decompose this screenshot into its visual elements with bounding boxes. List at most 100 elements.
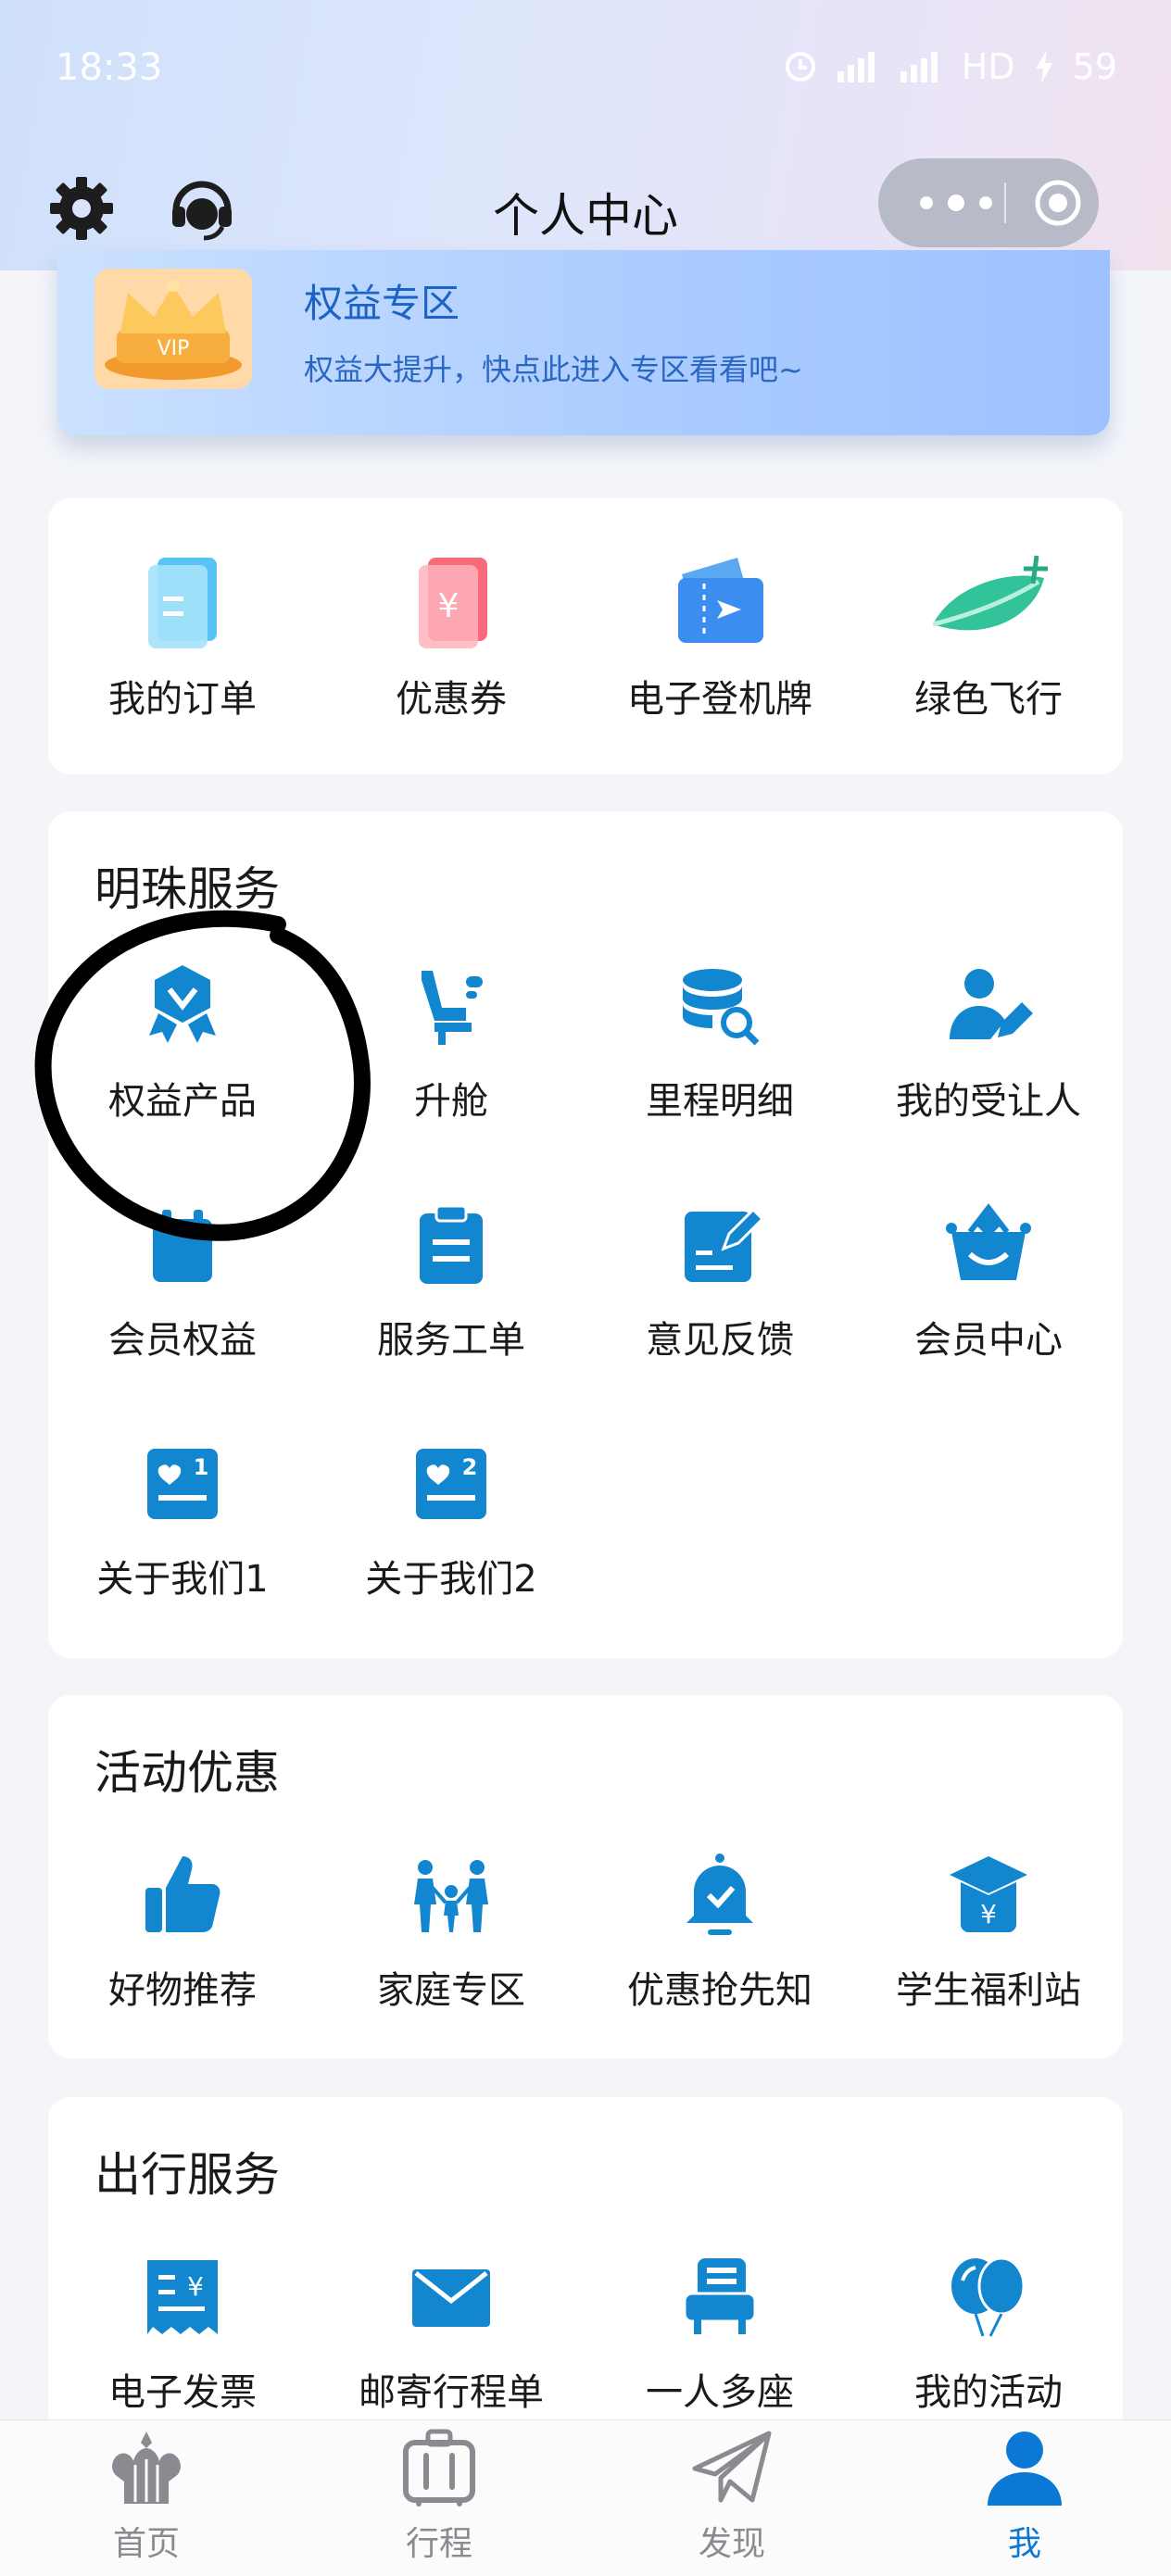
mileage-icon — [683, 969, 760, 1046]
network-label: HD — [961, 46, 1015, 87]
service-item-label: 意见反馈 — [646, 1319, 794, 1362]
travel-item-my-activity[interactable]: 我的活动 — [854, 2253, 1123, 2416]
profile-icon — [988, 2431, 1062, 2506]
paper-plane-icon — [692, 2431, 772, 2503]
activity-item-label: 学生福利站 — [896, 1969, 1081, 2012]
luggage-icon — [403, 2429, 475, 2507]
coupon-icon: ¥ — [419, 558, 487, 648]
signal-icon — [837, 52, 875, 82]
quick-item-label: 电子登机牌 — [627, 678, 812, 721]
travel-item-invoice[interactable]: ¥ 电子发票 — [48, 2253, 317, 2416]
clipboard-icon — [420, 1204, 483, 1284]
quick-item-label: 绿色飞行 — [914, 678, 1063, 721]
service-item-about-2[interactable]: 2 关于我们2 — [317, 1439, 586, 1602]
assignee-icon — [950, 969, 1033, 1039]
green-flight-icon — [932, 555, 1048, 631]
quick-item-label: 优惠券 — [396, 678, 507, 721]
travel-item-label: 电子发票 — [108, 2371, 257, 2414]
service-item-member-center[interactable]: 会员中心 — [854, 1200, 1123, 1363]
tab-label: 行程 — [405, 2525, 472, 2563]
balloon-icon — [951, 2256, 1026, 2337]
feedback-icon — [685, 1207, 764, 1282]
invoice-glyph: ¥ — [187, 2271, 204, 2302]
service-item-feedback[interactable]: 意见反馈 — [586, 1200, 854, 1363]
tab-label: 我 — [1007, 2525, 1041, 2563]
about-number: 2 — [462, 1454, 478, 1480]
tab-label: 发现 — [698, 2525, 765, 2563]
travel-item-label: 邮寄行程单 — [359, 2371, 544, 2414]
service-item-mileage[interactable]: 里程明细 — [586, 961, 854, 1125]
close-mini-program-icon[interactable] — [1034, 179, 1082, 227]
family-icon — [414, 1860, 488, 1932]
status-bar: 18:33 HD 59 — [0, 0, 1171, 139]
travel-item-label: 一人多座 — [646, 2371, 794, 2414]
banner-subtitle: 权益大提升，快点此进入专区看看吧~ — [304, 352, 803, 387]
service-item-label: 关于我们2 — [365, 1558, 537, 1601]
service-item-label: 会员权益 — [108, 1319, 257, 1362]
activity-item-student[interactable]: ¥ 学生福利站 — [854, 1851, 1123, 2014]
invoice-icon: ¥ — [147, 2260, 218, 2334]
service-item-label: 里程明细 — [646, 1080, 794, 1123]
about-number: 1 — [194, 1454, 209, 1480]
vip-badge-text: VIP — [157, 337, 190, 360]
graduation-cap-icon: ¥ — [950, 1856, 1027, 1932]
status-indicators: HD 59 — [784, 46, 1117, 87]
mini-program-capsule — [878, 158, 1099, 247]
nav-bar: 个人中心 — [0, 153, 1171, 259]
thumbs-up-icon — [145, 1856, 220, 1932]
activity-item-label: 优惠抢先知 — [627, 1969, 812, 2012]
alarm-icon — [785, 52, 815, 82]
section-title: 活动优惠 — [94, 1746, 280, 1800]
activity-item-family[interactable]: 家庭专区 — [317, 1851, 586, 2014]
home-icon — [112, 2431, 181, 2504]
service-item-label: 会员中心 — [914, 1319, 1063, 1362]
signal-icon-2 — [900, 52, 938, 82]
quick-item-green-flight[interactable]: 绿色飞行 — [854, 550, 1123, 723]
activity-item-label: 家庭专区 — [377, 1969, 525, 2012]
travel-item-label: 我的活动 — [914, 2371, 1063, 2414]
tab-me[interactable]: 我 — [878, 2428, 1171, 2565]
service-item-about-1[interactable]: 1 关于我们1 — [48, 1439, 317, 1602]
activity-item-early-deals[interactable]: 优惠抢先知 — [586, 1851, 854, 2014]
quick-item-orders[interactable]: 我的订单 — [48, 550, 317, 723]
tab-label: 首页 — [112, 2525, 180, 2563]
seat-upgrade-icon — [422, 971, 483, 1045]
vip-crown-icon: VIP — [94, 269, 252, 389]
service-item-label: 服务工单 — [377, 1319, 525, 1362]
more-icon[interactable] — [913, 186, 999, 220]
about-icon: 2 — [416, 1449, 486, 1519]
annotation-circle — [34, 910, 371, 1241]
rights-zone-banner[interactable]: VIP 权益专区 权益大提升，快点此进入专区看看吧~ — [57, 250, 1110, 435]
section-title: 出行服务 — [94, 2148, 280, 2202]
quick-actions-card: 我的订单 ¥ 优惠券 电子登机牌 绿色飞行 — [48, 498, 1123, 774]
boarding-pass-icon — [678, 558, 763, 643]
service-item-assignee[interactable]: 我的受让人 — [854, 961, 1123, 1125]
about-icon: 1 — [147, 1449, 218, 1519]
activity-item-recommend[interactable]: 好物推荐 — [48, 1851, 317, 2014]
tab-discover[interactable]: 发现 — [586, 2428, 878, 2565]
bottom-tab-bar: 首页 行程 发现 我 — [0, 2419, 1171, 2576]
tab-itinerary[interactable]: 行程 — [293, 2428, 586, 2565]
banner-title: 权益专区 — [304, 281, 460, 326]
quick-item-label: 我的订单 — [108, 678, 257, 721]
quick-item-coupons[interactable]: ¥ 优惠券 — [317, 550, 586, 723]
multi-seat-icon — [683, 2258, 757, 2334]
quick-item-boarding-pass[interactable]: 电子登机牌 — [586, 550, 854, 723]
activity-item-label: 好物推荐 — [108, 1969, 257, 2012]
mail-icon — [412, 2269, 490, 2327]
travel-item-multi-seat[interactable]: 一人多座 — [586, 2253, 854, 2416]
student-glyph: ¥ — [980, 1899, 997, 1929]
status-time: 18:33 — [56, 46, 163, 89]
travel-item-mail-itinerary[interactable]: 邮寄行程单 — [317, 2253, 586, 2416]
bell-icon — [686, 1853, 753, 1935]
member-center-icon — [946, 1203, 1031, 1280]
order-icon — [148, 558, 217, 648]
service-item-label: 我的受让人 — [896, 1080, 1081, 1123]
service-item-label: 关于我们1 — [96, 1558, 269, 1601]
charging-icon — [1035, 50, 1052, 83]
capsule-divider — [1004, 182, 1006, 223]
battery-level: 59 — [1072, 46, 1117, 87]
tab-home[interactable]: 首页 — [0, 2428, 293, 2565]
coupon-glyph: ¥ — [438, 587, 460, 625]
activity-card: 活动优惠 好物推荐 家庭专区 优惠抢先知 ¥ 学生福利站 — [48, 1695, 1123, 2058]
